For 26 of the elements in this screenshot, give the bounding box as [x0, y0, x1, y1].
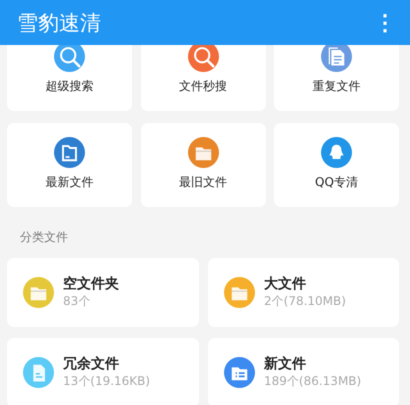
category-name: 大文件: [264, 275, 307, 293]
category-count: 189个(86.13MB): [264, 373, 362, 390]
tool-label: 重复文件: [312, 78, 360, 95]
category-name: 空文件夹: [63, 275, 119, 293]
tool-label: 最旧文件: [179, 174, 227, 191]
tool-card[interactable]: 最旧文件: [140, 123, 266, 207]
category-name: 新文件: [264, 355, 307, 373]
tool-label: 超级搜索: [46, 78, 94, 95]
category-count: 83个: [63, 293, 92, 310]
tool-card[interactable]: 文件秒搜: [140, 45, 266, 111]
tool-label: 文件秒搜: [179, 78, 227, 95]
app-title: 雪豹速清: [17, 10, 101, 36]
category-name: 冗余文件: [63, 355, 120, 373]
category-count: 13个(19.16KB): [63, 373, 150, 390]
tool-label: QQ专清: [315, 174, 358, 191]
tool-card[interactable]: QQ专清: [274, 123, 399, 207]
section-title: 分类文件: [20, 229, 69, 246]
category-count: 2个(78.10MB): [264, 293, 346, 310]
category-card[interactable]: 空文件夹 83个: [7, 258, 199, 327]
tool-card[interactable]: 最新文件: [7, 123, 132, 207]
tool-label: 最新文件: [46, 174, 94, 191]
category-card[interactable]: 大文件 2个(78.10MB): [208, 258, 399, 327]
category-card[interactable]: 冗余文件 13个(19.16KB): [7, 338, 199, 405]
tool-card[interactable]: 超级搜索: [7, 45, 132, 111]
tool-card[interactable]: 重复文件: [274, 45, 399, 111]
category-card[interactable]: 新文件 189个(86.13MB): [208, 338, 399, 405]
